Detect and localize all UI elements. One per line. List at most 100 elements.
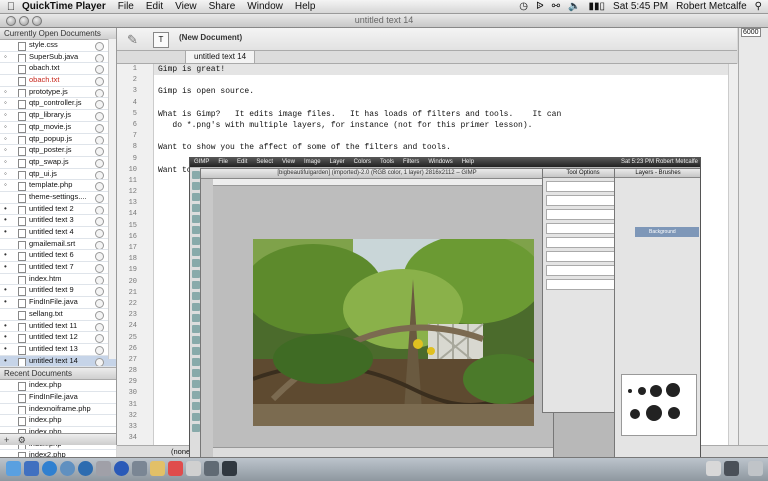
close-document-button[interactable] (95, 229, 104, 238)
dock-app-icon[interactable] (42, 461, 57, 476)
menu-file[interactable]: File (118, 1, 134, 12)
close-document-button[interactable] (95, 217, 104, 227)
text-line[interactable] (154, 131, 728, 142)
close-document-button[interactable] (95, 275, 104, 285)
close-document-button[interactable] (95, 100, 104, 110)
volume-icon[interactable]: 🔈 (568, 1, 580, 12)
apple-menu-icon[interactable]:  (0, 1, 22, 13)
menu-edit[interactable]: Edit (146, 1, 163, 12)
close-document-button[interactable] (95, 357, 104, 367)
close-document-button[interactable] (95, 252, 104, 262)
close-document-button[interactable] (95, 322, 104, 332)
time-machine-icon[interactable]: ◷ (519, 1, 528, 12)
dock-app-icon[interactable] (186, 461, 201, 476)
open-document-item[interactable]: obach.txt (0, 63, 116, 76)
trash-icon[interactable] (748, 461, 763, 476)
editor-scrollbar[interactable] (728, 64, 738, 445)
close-document-button[interactable] (95, 299, 104, 308)
open-document-item[interactable]: ◦ qtp_ui.js (0, 168, 116, 181)
open-document-item[interactable]: • untitled text 4 (0, 227, 116, 239)
open-document-item[interactable]: ◦ qtp_poster.js (0, 145, 116, 157)
close-document-button[interactable] (95, 240, 104, 250)
recent-document-item[interactable]: index.php (0, 380, 116, 392)
open-document-item[interactable]: ◦ qtp_controller.js (0, 98, 116, 111)
close-document-button[interactable] (95, 310, 104, 320)
user-name[interactable]: Robert Metcalfe (676, 1, 747, 12)
dock-app-icon[interactable] (132, 461, 147, 476)
close-document-button[interactable] (95, 77, 104, 86)
recent-document-item[interactable]: indexnoiframe.php (0, 403, 116, 416)
open-document-item[interactable]: style.css (0, 40, 116, 52)
spotlight-icon[interactable]: ⚲ (755, 1, 762, 12)
open-document-item[interactable]: • untitled text 11 (0, 320, 116, 333)
open-document-item[interactable]: • untitled text 14 (0, 355, 116, 368)
menu-view[interactable]: View (175, 1, 197, 12)
open-document-item[interactable]: ◦ qtp_movie.js (0, 121, 116, 134)
recent-document-item[interactable]: index.php (0, 415, 116, 427)
open-document-item[interactable]: • untitled text 2 (0, 203, 116, 216)
gear-icon[interactable]: ⚙ (18, 435, 26, 445)
open-document-item[interactable]: • untitled text 3 (0, 215, 116, 227)
close-document-button[interactable] (95, 170, 104, 180)
tab-untitled-text-14[interactable]: untitled text 14 (185, 51, 256, 63)
dock-app-icon[interactable] (150, 461, 165, 476)
close-document-button[interactable] (95, 42, 104, 51)
close-document-button[interactable] (95, 135, 104, 145)
open-document-item[interactable]: ◦ prototype.js (0, 86, 116, 99)
bluetooth-icon[interactable]: ᐉ (536, 1, 544, 12)
open-document-item[interactable]: • untitled text 7 (0, 262, 116, 274)
finder-icon[interactable] (6, 461, 21, 476)
open-document-item[interactable]: ◦ qtp_popup.js (0, 133, 116, 146)
open-document-item[interactable]: • untitled text 9 (0, 285, 116, 298)
close-document-button[interactable] (95, 158, 104, 168)
sidebar-scrollbar[interactable] (108, 39, 116, 359)
close-document-button[interactable] (95, 264, 104, 273)
text-line[interactable]: do *.png's with multiple layers, for ins… (154, 120, 728, 131)
text-line[interactable] (154, 75, 728, 86)
close-document-button[interactable] (95, 123, 104, 133)
close-document-button[interactable] (95, 182, 104, 191)
open-document-item[interactable]: • FindInFile.java (0, 297, 116, 309)
close-document-button[interactable] (95, 88, 104, 98)
close-document-button[interactable] (95, 53, 104, 63)
clock[interactable]: Sat 5:45 PM (613, 1, 668, 12)
close-document-button[interactable] (95, 147, 104, 156)
dock-app-icon[interactable] (24, 461, 39, 476)
dock-app-icon[interactable] (60, 461, 75, 476)
open-document-item[interactable]: obach.txt (0, 75, 116, 87)
app-menu[interactable]: QuickTime Player (22, 1, 106, 12)
text-line[interactable]: Gimp is great! (154, 64, 728, 76)
dock-app-icon[interactable] (204, 461, 219, 476)
close-document-button[interactable] (95, 193, 104, 203)
dock-app-icon[interactable] (168, 461, 183, 476)
text-line[interactable] (154, 98, 728, 109)
close-document-button[interactable] (95, 345, 104, 355)
open-document-item[interactable]: ◦ qtp_library.js (0, 110, 116, 122)
open-document-item[interactable]: • untitled text 12 (0, 332, 116, 344)
dock-app-icon[interactable] (706, 461, 721, 476)
battery-icon[interactable]: ▮▮▯ (589, 1, 606, 12)
recent-document-item[interactable]: FindInFile.java (0, 391, 116, 404)
dock-app-icon[interactable] (96, 461, 111, 476)
dock-app-icon[interactable] (114, 461, 129, 476)
close-document-button[interactable] (95, 65, 104, 75)
open-document-item[interactable]: ◦ template.php (0, 180, 116, 192)
pencil-icon[interactable]: ✎ (127, 32, 138, 48)
open-document-item[interactable]: theme-settings.... (0, 191, 116, 204)
menu-help[interactable]: Help (295, 1, 316, 12)
open-document-item[interactable]: • untitled text 6 (0, 250, 116, 263)
dock-app-icon[interactable] (222, 461, 237, 476)
close-document-button[interactable] (95, 334, 104, 343)
dock-app-icon[interactable] (724, 461, 739, 476)
text-format-button[interactable]: T (153, 32, 169, 48)
text-line[interactable]: Want to show you the affect of some of t… (154, 142, 728, 153)
wifi-icon[interactable]: ⚯ (552, 1, 560, 12)
close-document-button[interactable] (95, 112, 104, 121)
open-document-item[interactable]: gmailemail.srt (0, 238, 116, 251)
open-document-item[interactable]: index.htm (0, 273, 116, 286)
add-button[interactable]: + (4, 435, 9, 445)
open-document-item[interactable]: ◦ qtp_swap.js (0, 156, 116, 169)
open-document-item[interactable]: sellang.txt (0, 308, 116, 321)
menu-share[interactable]: Share (209, 1, 236, 12)
dock-app-icon[interactable] (78, 461, 93, 476)
